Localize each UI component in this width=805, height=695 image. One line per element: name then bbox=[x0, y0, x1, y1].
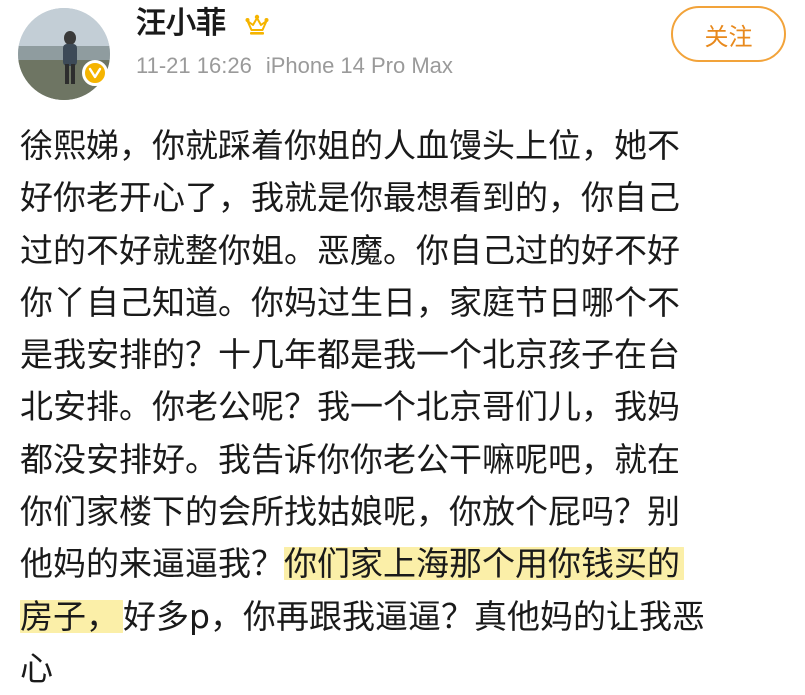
post-text-line: 他妈的来逼逼我？你们家上海那个用你钱买的 bbox=[20, 538, 800, 590]
post-text-segment: 好多p，你再跟我逼逼？真他妈的让我恶 bbox=[123, 596, 705, 636]
highlighted-text: 房子， bbox=[20, 596, 123, 636]
verified-icon bbox=[82, 60, 108, 86]
highlighted-text: 你们家上海那个用你钱买的 bbox=[284, 544, 684, 584]
username[interactable]: 汪小菲 bbox=[136, 4, 226, 44]
post-text-segment: 他妈的来逼逼我？ bbox=[20, 544, 284, 584]
post-text-line: 北安排。你老公呢？我一个北京哥们儿，我妈 bbox=[20, 387, 680, 427]
avatar[interactable] bbox=[18, 8, 110, 100]
post-body: 徐熙娣，你就踩着你姐的人血馒头上位，她不 好你老开心了，我就是你最想看到的，你自… bbox=[20, 120, 800, 695]
post-text-line: 你们家楼下的会所找姑娘呢，你放个屁吗？别 bbox=[20, 492, 680, 532]
post-meta: 11-21 16:26 iPhone 14 Pro Max bbox=[136, 50, 453, 82]
post-text-line: 房子， 好多p，你再跟我逼逼？真他妈的让我恶 bbox=[20, 591, 800, 643]
post-text-line: 都没安排好。我告诉你你老公干嘛呢吧，就在 bbox=[20, 439, 680, 479]
avatar-photo bbox=[18, 8, 110, 100]
post-text-line: 徐熙娣，你就踩着你姐的人血馒头上位，她不 bbox=[20, 126, 680, 165]
post-device: iPhone 14 Pro Max bbox=[265, 53, 453, 78]
post-text-line: 心 bbox=[20, 648, 53, 688]
post-text-line: 是我安排的？十几年都是我一个北京孩子在台 bbox=[20, 335, 680, 375]
post-text-line: 好你老开心了，我就是你最想看到的，你自己 bbox=[20, 178, 680, 218]
post-header: 汪小菲 11-21 16:26 iPhone 14 Pro Max 关注 bbox=[0, 0, 805, 110]
post-text-line: 你丫自己知道。你妈过生日，家庭节日哪个不 bbox=[20, 282, 680, 322]
post-text-line: 过的不好就整你姐。恶魔。你自己过的好不好 bbox=[20, 230, 680, 270]
crown-icon bbox=[245, 14, 269, 35]
follow-button[interactable]: 关注 bbox=[671, 6, 786, 62]
post-timestamp: 11-21 16:26 bbox=[136, 53, 252, 78]
